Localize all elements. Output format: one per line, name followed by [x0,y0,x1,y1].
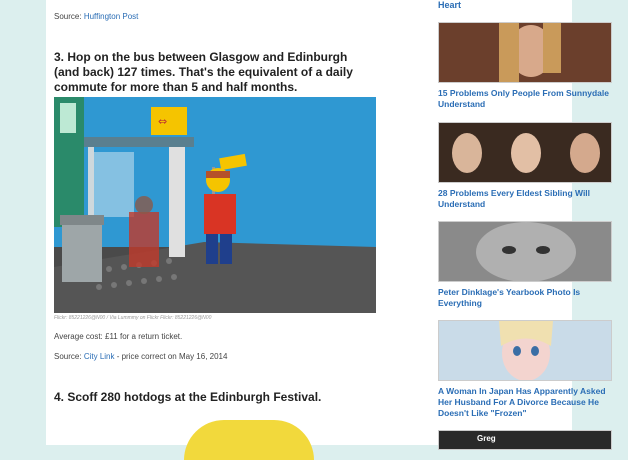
cost-note: Average cost: £11 for a return ticket. [54,332,183,341]
greg-thumbnail[interactable]: Greg [438,430,612,450]
source-link-huffington[interactable]: Huffington Post [84,12,139,21]
sidebar-card-title[interactable]: 28 Problems Every Eldest Sibling Will Un… [438,188,612,210]
source-link-citylink[interactable]: City Link [84,352,115,361]
greg-caption: Greg [477,434,496,443]
sidebar-card-title[interactable]: Peter Dinklage's Yearbook Photo Is Every… [438,287,612,309]
sidebar-card[interactable]: 28 Problems Every Eldest Sibling Will Un… [438,122,612,210]
sidebar-card[interactable]: 15 Problems Only People From Sunnydale U… [438,22,612,110]
eldest-sibling-thumbnail[interactable] [438,122,612,183]
sidebar-card[interactable]: A Woman In Japan Has Apparently Asked He… [438,320,612,419]
sidebar-card[interactable]: Greg [438,430,612,450]
sidebar-card[interactable]: Peter Dinklage's Yearbook Photo Is Every… [438,221,612,309]
item-3-headline: 3. Hop on the bus between Glasgow and Ed… [54,50,353,94]
sunnydale-thumbnail[interactable] [438,22,612,83]
source-line-citylink: Source: City Link - price correct on May… [54,352,228,361]
svg-text:⇔: ⇔ [158,115,167,128]
photo-credit: Flickr: 85221226@N00 / Via Lummmy on Fli… [54,315,212,321]
sidebar-card-title[interactable]: A Woman In Japan Has Apparently Asked He… [438,386,612,419]
item-4-headline: 4. Scoff 280 hotdogs at the Edinburgh Fe… [54,390,322,404]
yearbook-thumbnail[interactable] [438,221,612,282]
page: Source: Huffington Post 3. Hop on the bu… [46,0,612,460]
source-line: Source: Huffington Post [54,12,139,21]
sidebar-top-link[interactable]: Heart [438,0,461,10]
frozen-thumbnail[interactable] [438,320,612,381]
hotdog-photo-partial [184,420,314,460]
sidebar-card-title[interactable]: 15 Problems Only People From Sunnydale U… [438,88,612,110]
lego-bus-stop-photo: ⇔ [54,97,376,313]
